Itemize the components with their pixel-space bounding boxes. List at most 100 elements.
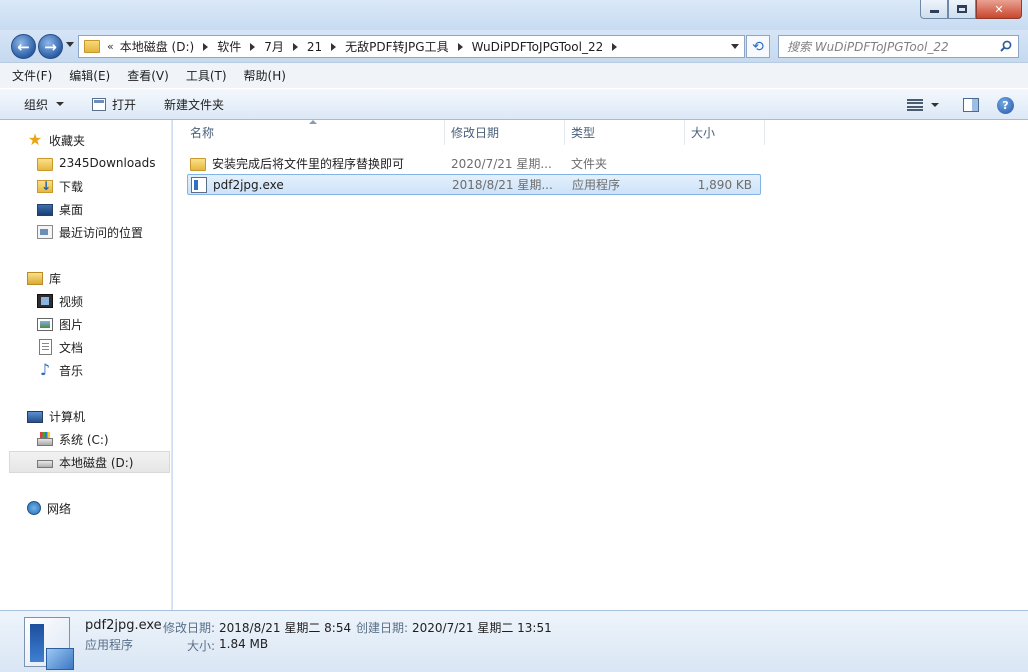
new-folder-label: 新建文件夹 — [164, 97, 225, 112]
view-options-dropdown-icon[interactable] — [931, 103, 939, 107]
sidebar-item-computer[interactable]: 计算机 — [27, 405, 85, 427]
recent-places-icon — [37, 225, 53, 239]
breadcrumb-separator-icon[interactable] — [331, 42, 337, 51]
sidebar-item-label: 下载 — [59, 179, 84, 194]
system-drive-icon — [37, 432, 53, 446]
breadcrumb: 本地磁盘 (D:) 软件 7月 21 无敌PDF转JPG工具 WuDiPDFTo… — [120, 38, 627, 55]
sidebar-item-label: 2345Downloads — [59, 156, 156, 170]
file-row[interactable]: 安装完成后将文件里的程序替换即可 2020/7/21 星期... 文件夹 — [187, 153, 761, 174]
breadcrumb-item[interactable]: 软件 — [217, 38, 241, 55]
sidebar-item-recent-places[interactable]: 最近访问的位置 — [37, 221, 143, 243]
address-bar[interactable]: « 本地磁盘 (D:) 软件 7月 21 无敌PDF转JPG工具 WuDiPDF… — [78, 35, 745, 58]
breadcrumb-separator-icon[interactable] — [292, 42, 298, 51]
sidebar-item-label: 最近访问的位置 — [59, 225, 144, 240]
file-size: 1,890 KB — [697, 177, 752, 192]
back-arrow-icon: ← — [17, 37, 30, 56]
change-view-icon[interactable] — [907, 99, 923, 111]
close-button[interactable]: ✕ — [976, 0, 1022, 19]
new-folder-button[interactable]: 新建文件夹 — [164, 96, 224, 113]
menu-view[interactable]: 查看(V) — [127, 67, 169, 84]
menu-edit[interactable]: 编辑(E) — [69, 67, 110, 84]
column-headers: 名称 修改日期 类型 大小 — [173, 120, 1028, 145]
breadcrumb-separator-icon[interactable] — [457, 42, 463, 51]
video-icon — [37, 294, 53, 308]
details-created-label: 创建日期: — [356, 621, 409, 635]
organize-label: 组织 — [24, 97, 49, 112]
address-overflow-chevron[interactable]: « — [107, 40, 114, 53]
sidebar-item-label: 文档 — [59, 340, 84, 355]
column-header-label: 修改日期 — [451, 126, 500, 140]
sidebar-item-label: 桌面 — [59, 202, 84, 217]
menu-file[interactable]: 文件(F) — [12, 67, 52, 84]
file-date: 2020/7/21 星期... — [451, 157, 552, 171]
sidebar-item-downloads[interactable]: 下载 — [37, 175, 83, 197]
computer-icon — [27, 410, 43, 423]
sidebar-item-drive-c[interactable]: 系统 (C:) — [37, 428, 109, 450]
file-row-selected[interactable]: pdf2jpg.exe 2018/8/21 星期... 应用程序 1,890 K… — [187, 174, 761, 195]
music-note-icon: ♪ — [39, 360, 51, 379]
help-icon[interactable]: ? — [997, 96, 1014, 114]
open-button[interactable]: 打开 — [92, 96, 136, 113]
breadcrumb-item[interactable]: 7月 — [264, 38, 284, 55]
sidebar-item-label: 视频 — [59, 294, 84, 309]
search-box — [778, 35, 1019, 58]
menu-tools[interactable]: 工具(T) — [186, 67, 227, 84]
recent-pages-dropdown[interactable] — [66, 42, 74, 47]
column-header-size[interactable]: 大小 — [685, 120, 765, 145]
sidebar-item-2345downloads[interactable]: 2345Downloads — [37, 152, 155, 174]
refresh-icon: ⟲ — [752, 38, 764, 55]
breadcrumb-separator-icon[interactable] — [612, 42, 618, 51]
file-date: 2018/8/21 星期... — [452, 178, 553, 192]
breadcrumb-item[interactable]: 无敌PDF转JPG工具 — [345, 38, 448, 55]
file-name-cell: 安装完成后将文件里的程序替换即可 — [187, 155, 444, 172]
sidebar-item-libraries[interactable]: 库 — [27, 267, 61, 289]
search-icon[interactable] — [1000, 40, 1012, 52]
column-header-label: 名称 — [190, 126, 215, 140]
details-modified-label: 修改日期: — [163, 621, 216, 635]
sidebar-item-label: 库 — [49, 271, 62, 286]
title-bar: ✕ — [0, 0, 1028, 30]
open-icon — [92, 97, 107, 111]
column-header-label: 大小 — [691, 126, 716, 140]
sidebar-item-videos[interactable]: 视频 — [37, 290, 83, 312]
details-size-value: 1.84 MB — [219, 637, 269, 651]
column-header-type[interactable]: 类型 — [565, 120, 685, 145]
refresh-button[interactable]: ⟲ — [746, 35, 770, 58]
sidebar-item-favorites[interactable]: ★ 收藏夹 — [27, 129, 85, 151]
sidebar-item-drive-d[interactable]: 本地磁盘 (D:) — [9, 451, 170, 473]
column-header-label: 类型 — [571, 126, 596, 140]
details-filename: pdf2jpg.exe — [85, 618, 162, 633]
file-type: 应用程序 — [572, 178, 621, 192]
sidebar-item-music[interactable]: ♪ 音乐 — [37, 359, 83, 381]
command-bar: 组织 打开 新建文件夹 ? — [0, 88, 1028, 120]
breadcrumb-separator-icon[interactable] — [250, 42, 256, 51]
search-input[interactable] — [779, 36, 989, 57]
sidebar-item-pictures[interactable]: 图片 — [37, 313, 83, 335]
address-history-dropdown-icon[interactable] — [731, 44, 739, 49]
breadcrumb-separator-icon[interactable] — [203, 42, 209, 51]
sidebar-item-label: 网络 — [47, 501, 72, 516]
breadcrumb-item[interactable]: 21 — [307, 40, 322, 54]
organize-button[interactable]: 组织 — [24, 96, 65, 113]
network-icon — [27, 501, 41, 515]
minimize-button[interactable] — [920, 0, 948, 19]
minimize-icon — [929, 10, 939, 13]
details-created-value: 2020/7/21 星期二 13:51 — [412, 621, 552, 635]
breadcrumb-item[interactable]: 本地磁盘 (D:) — [120, 38, 194, 55]
menu-help[interactable]: 帮助(H) — [244, 67, 286, 84]
column-header-name[interactable]: 名称 — [173, 120, 445, 145]
sidebar-item-network[interactable]: 网络 — [27, 497, 71, 519]
details-pane: pdf2jpg.exe 应用程序 修改日期: 2018/8/21 星期二 8:5… — [0, 610, 1028, 672]
maximize-button[interactable] — [948, 0, 976, 19]
navigation-bar: ← → « 本地磁盘 (D:) 软件 7月 21 无敌PDF转JPG工具 WuD… — [0, 30, 1028, 62]
sidebar-item-documents[interactable]: 文档 — [37, 336, 83, 358]
details-filetype: 应用程序 — [85, 638, 134, 652]
menu-bar: 文件(F) 编辑(E) 查看(V) 工具(T) 帮助(H) — [0, 62, 1028, 88]
preview-pane-icon[interactable] — [963, 98, 979, 112]
breadcrumb-item[interactable]: WuDiPDFToJPGTool_22 — [472, 40, 604, 54]
column-header-date[interactable]: 修改日期 — [445, 120, 565, 145]
sidebar-item-desktop[interactable]: 桌面 — [37, 198, 83, 220]
sidebar-item-label: 图片 — [59, 317, 84, 332]
forward-button[interactable]: → — [38, 34, 63, 59]
back-button[interactable]: ← — [11, 34, 36, 59]
